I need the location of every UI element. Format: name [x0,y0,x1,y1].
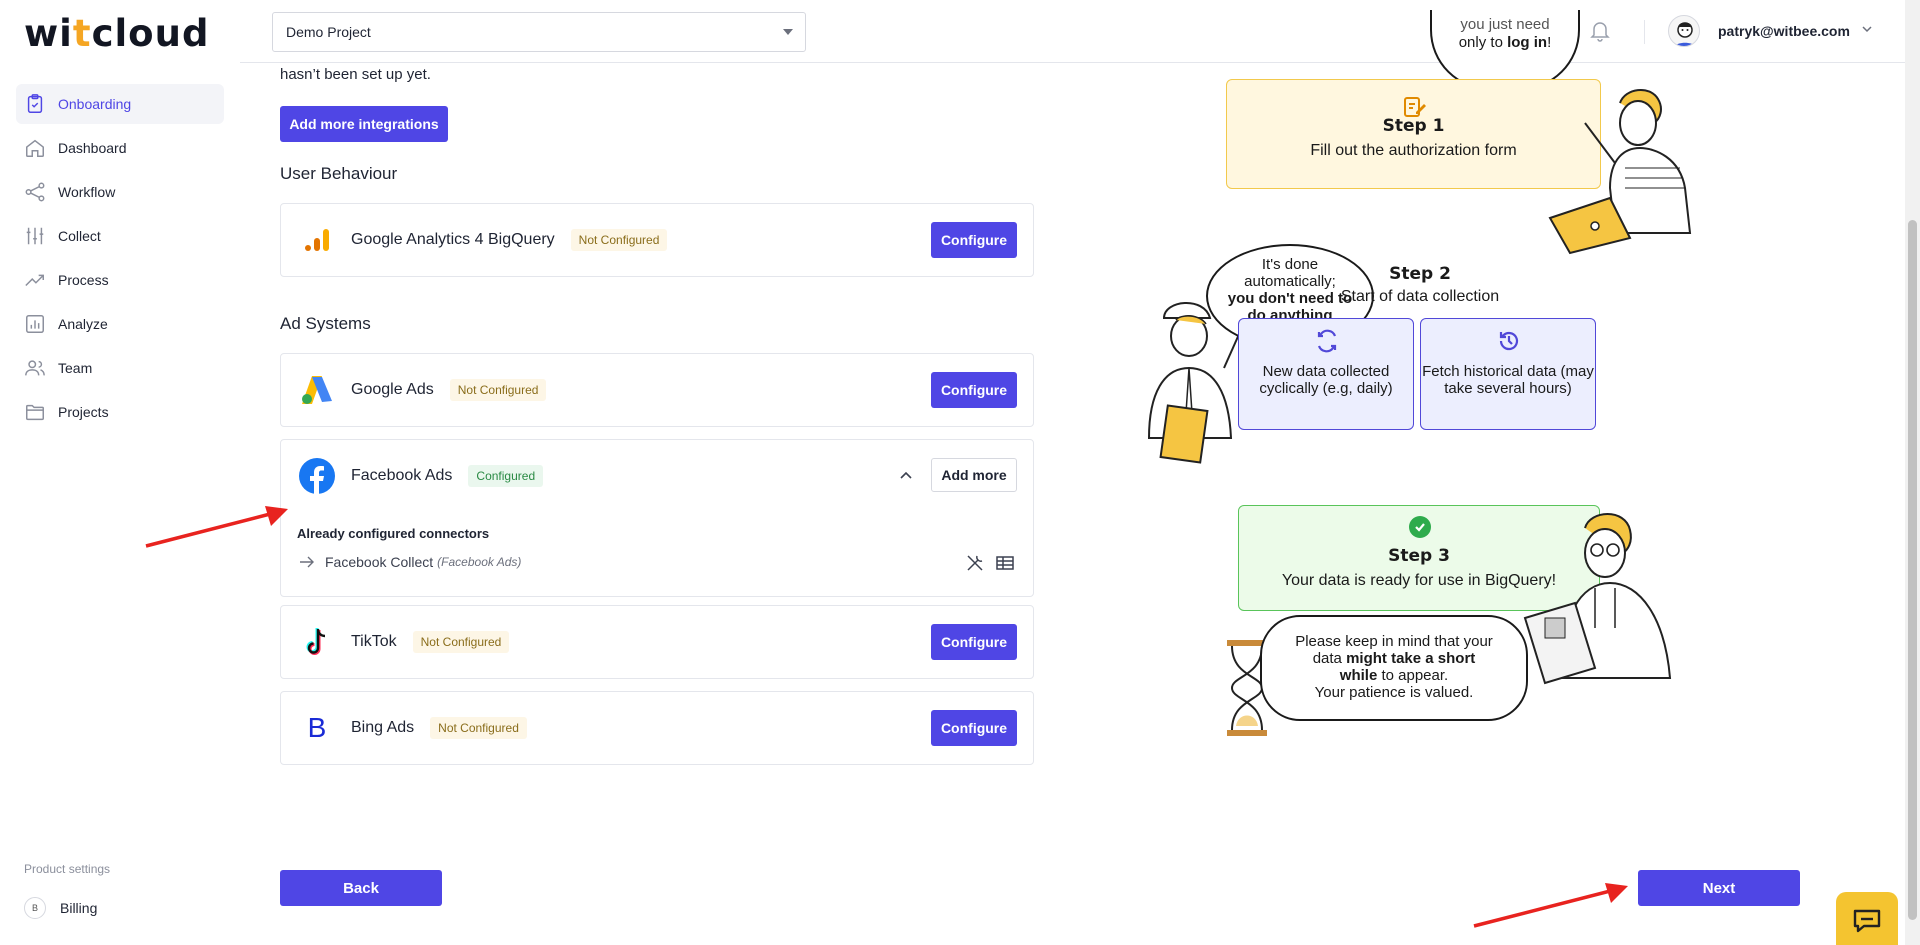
status-badge: Not Configured [430,717,527,739]
folder-icon [26,404,44,421]
users-icon [25,360,45,376]
chat-icon [1853,909,1881,933]
section-title-ad-systems: Ad Systems [280,314,371,333]
bing-logo-icon: B [307,712,327,743]
clipboard-icon [27,94,43,113]
step-2-header: Step 2 Start of data collection [1240,264,1600,306]
configure-button[interactable]: Configure [931,222,1017,258]
caret-down-icon [783,29,793,35]
integration-name: Bing Ads [351,719,415,736]
bell-icon[interactable] [1590,20,1610,42]
connector-source: (Facebook Ads) [437,555,522,569]
step-2-desc: Start of data collection [1340,288,1500,305]
refresh-icon [1317,329,1337,353]
sidebar-item-process[interactable]: Process [16,260,224,300]
home-icon [26,139,44,157]
sidebar-item-label: Projects [58,404,109,420]
sidebar-item-label: Dashboard [58,140,127,156]
sidebar-item-dashboard[interactable]: Dashboard [16,128,224,168]
connector-name: Facebook Collect [325,554,434,570]
sidebar-item-team[interactable]: Team [16,348,224,388]
sidebar-item-analyze[interactable]: Analyze [16,304,224,344]
sidebar-item-label: Process [58,272,109,288]
project-select-value: Demo Project [286,24,371,40]
sidebar-item-label: Onboarding [58,96,132,112]
sidebar-item-billing[interactable]: B Billing [24,897,97,919]
back-button[interactable]: Back [280,870,442,906]
sidebar-item-onboarding[interactable]: Onboarding [16,84,224,124]
connector-row[interactable]: Facebook Collect (Facebook Ads) [299,554,521,570]
sidebar-item-projects[interactable]: Projects [16,392,224,432]
user-avatar-icon [1675,22,1695,46]
status-badge: Not Configured [449,379,547,401]
sidebar-item-collect[interactable]: Collect [16,216,224,256]
add-more-integrations-button[interactable]: Add more integrations [280,106,448,142]
bar-chart-icon [26,315,44,333]
integration-name: Google Ads [351,381,434,398]
sidebar: witcloud Onboarding Dashboard Workflow C… [0,0,240,945]
step-2-title: Step 2 [1389,264,1451,284]
form-edit-icon [1404,97,1426,117]
tools-icon[interactable] [965,553,985,573]
step-2-box-historical: Fetch historical data (may take several … [1420,318,1596,430]
integration-name: Facebook Ads [351,467,453,484]
integration-card-google-ads: Google Ads Not Configured Configure [280,353,1034,427]
chat-button[interactable] [1836,892,1898,945]
sidebar-item-label: Analyze [58,316,108,332]
avatar[interactable] [1668,15,1700,47]
integration-card-tiktok: TikTok Not Configured Configure [280,605,1034,679]
section-title-user-behaviour: User Behaviour [280,164,398,183]
next-button[interactable]: Next [1638,870,1800,906]
sidebar-item-workflow[interactable]: Workflow [16,172,224,212]
onboarding-illustration: you just need only to log in! Step 1 Fil… [1110,10,1730,748]
billing-badge: B [24,897,46,919]
chevron-up-icon[interactable] [897,466,915,484]
arrow-right-icon [300,556,314,568]
status-badge: Not Configured [570,229,668,251]
project-select[interactable]: Demo Project [272,12,806,52]
intro-text: hasn’t been set up yet. [280,66,431,83]
header-divider [1644,20,1645,44]
facebook-logo-icon [299,458,335,494]
add-more-button[interactable]: Add more [931,458,1017,492]
person-reading-illustration [1523,513,1672,685]
google-ads-logo-icon [299,372,335,408]
scrollbar[interactable] [1905,0,1920,945]
logo[interactable]: witcloud [24,12,209,55]
product-settings-title: Product settings [24,862,111,876]
trend-icon [25,274,44,287]
check-circle-icon [1409,516,1431,538]
configure-button[interactable]: Configure [931,372,1017,408]
scrollbar-thumb[interactable] [1908,220,1917,920]
sidebar-nav: Onboarding Dashboard Workflow Collect Pr… [16,84,224,436]
google-analytics-logo-icon [299,222,335,258]
integration-name: Google Analytics 4 BigQuery [351,231,555,248]
chevron-down-icon[interactable] [1860,22,1874,36]
sidebar-item-label: Collect [58,228,101,244]
status-badge: Configured [468,465,544,487]
speech-bubble-patience: Please keep in mind that your data might… [1260,615,1528,721]
person-with-laptop-illustration [1548,89,1692,255]
sidebar-item-label: Billing [60,900,98,916]
sidebar-item-label: Workflow [58,184,116,200]
integration-name: TikTok [351,633,397,650]
status-badge: Not Configured [412,631,510,653]
history-icon [1499,331,1519,351]
connector-tools [965,553,1015,573]
user-email[interactable]: patryk@witbee.com [1718,23,1850,39]
sliders-icon [26,227,44,245]
connectors-title: Already configured connectors [297,526,490,541]
integration-card-ga4: Google Analytics 4 BigQuery Not Configur… [280,203,1034,277]
integration-card-bing-ads: B Bing Ads Not Configured Configure [280,691,1034,765]
table-icon[interactable] [995,553,1015,573]
integration-card-facebook-ads: Facebook Ads Configured Add more Already… [280,439,1034,597]
configure-button[interactable]: Configure [931,710,1017,746]
tiktok-logo-icon [299,624,335,660]
configure-button[interactable]: Configure [931,624,1017,660]
share-icon [25,182,45,202]
sidebar-item-label: Team [58,360,93,376]
main-content: hasn’t been set up yet. Add more integra… [240,64,1040,945]
annotation-arrow-right [1473,883,1628,928]
step-2-box-cyclic: New data collected cyclically (e.g, dail… [1238,318,1414,430]
